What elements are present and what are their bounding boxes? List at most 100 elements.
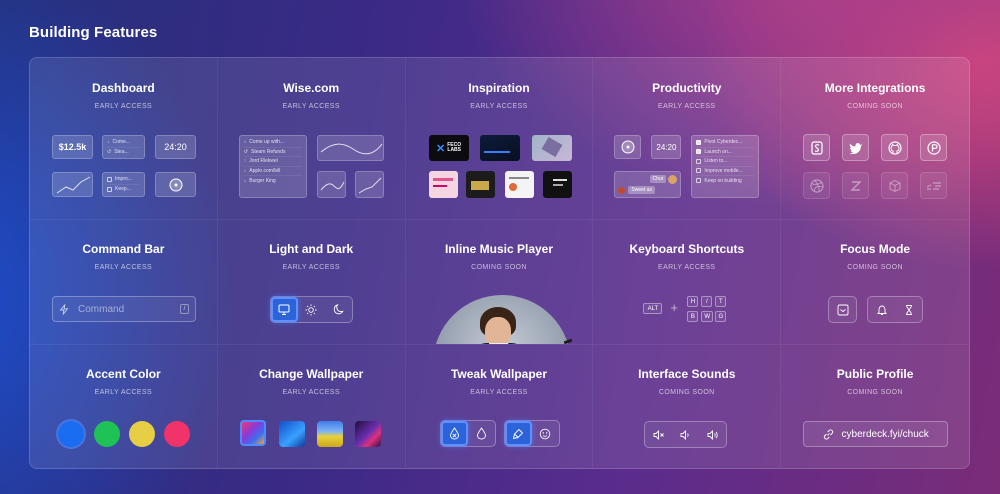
mini-chart-icon [320, 181, 345, 191]
inspiration-thumb-6[interactable] [504, 171, 534, 198]
card-title: Light and Dark [269, 242, 354, 256]
checkbox-icon [696, 158, 702, 164]
card-title: Tweak Wallpaper [450, 367, 547, 381]
integration-signal[interactable] [920, 172, 948, 199]
page-title: Building Features [29, 24, 158, 41]
sun-icon [305, 304, 317, 315]
line-chart-icon [56, 176, 91, 194]
card-dashboard[interactable]: Dashboard EARLY ACCESS $12.5k ↓ Come... ↺… [30, 58, 218, 220]
card-title: Productivity [652, 81, 722, 95]
key-b: B [687, 311, 699, 322]
card-title: Command Bar [82, 242, 165, 256]
card-title: Focus Mode [840, 242, 911, 256]
focus-inbox-button[interactable] [829, 297, 856, 322]
key-w: W [701, 311, 714, 322]
music-widget [614, 135, 642, 159]
accent-swatch-pink[interactable] [164, 421, 190, 447]
twitter-icon [849, 142, 862, 154]
mute-button[interactable] [645, 422, 672, 447]
card-wise[interactable]: Wise.com EARLY ACCESS ↓ Come up with... ↺… [217, 58, 406, 220]
inspiration-thumb-3[interactable] [531, 135, 572, 161]
focus-controls-group [867, 296, 924, 323]
theme-dark-button[interactable] [325, 297, 352, 322]
profile-link-button[interactable]: cyberdeck.fyi/chuck [803, 421, 949, 447]
notifications-button[interactable] [868, 297, 895, 322]
theme-system-button[interactable] [270, 297, 298, 322]
wallpaper-option-2[interactable] [278, 421, 305, 447]
card-title: Keyboard Shortcuts [629, 242, 745, 256]
timer-button[interactable] [895, 297, 922, 322]
growth-chart-icon [358, 177, 382, 194]
face-filter-button[interactable] [532, 421, 559, 446]
card-tweak-wallpaper[interactable]: Tweak Wallpaper EARLY ACCESS [406, 345, 594, 468]
key-g: G [715, 311, 727, 322]
face-icon [539, 428, 551, 439]
arrow-down-icon: ↓ [243, 167, 247, 174]
inspiration-thumb-7[interactable] [542, 171, 572, 198]
bell-icon [876, 305, 887, 315]
blur-off-button[interactable] [440, 421, 468, 446]
checkbox-icon [696, 178, 702, 184]
wallpaper-option-1[interactable] [239, 420, 266, 446]
moon-icon [333, 304, 344, 315]
inspiration-thumb-4[interactable] [428, 171, 458, 198]
accent-swatch-green[interactable] [94, 421, 120, 447]
integration-box[interactable] [881, 172, 909, 199]
card-accent-color[interactable]: Accent Color EARLY ACCESS [30, 345, 218, 468]
chat-sender: Chur [649, 175, 667, 183]
integration-producthunt[interactable] [920, 134, 948, 161]
wallpaper-option-3[interactable] [316, 421, 343, 447]
inspiration-thumb-2[interactable] [479, 135, 520, 161]
chat-widget: Chur Sweet as [614, 171, 682, 198]
card-inline-music-player[interactable]: Inline Music Player COMING SOON [405, 220, 594, 345]
card-status: COMING SOON [658, 389, 715, 396]
checkbox-icon [107, 176, 112, 182]
inspiration-thumb-1[interactable]: ✕ FECO LABS [428, 135, 469, 161]
signal-icon [926, 181, 941, 190]
card-more-integrations[interactable]: More Integrations COMING SOON [781, 58, 969, 220]
theme-light-button[interactable] [298, 297, 325, 322]
volume-high-button[interactable] [699, 422, 726, 447]
clock-widget: 24:20 [155, 135, 196, 159]
command-placeholder: Command [78, 303, 125, 315]
integration-dribbble[interactable] [803, 172, 831, 199]
integration-s[interactable] [803, 134, 831, 161]
card-productivity[interactable]: Productivity EARLY ACCESS 24:20 Chur Swe… [593, 58, 782, 220]
card-keyboard-shortcuts[interactable]: Keyboard Shortcuts EARLY ACCESS ALT + H … [593, 220, 782, 345]
volume-low-button[interactable] [672, 422, 699, 447]
card-status: EARLY ACCESS [282, 103, 340, 110]
accent-swatch-blue[interactable] [58, 421, 84, 447]
card-status: EARLY ACCESS [470, 389, 528, 396]
command-bar-input[interactable]: Command / [52, 296, 196, 322]
card-command-bar[interactable]: Command Bar EARLY ACCESS Command / [30, 220, 218, 345]
shortcut-key: / [180, 304, 189, 314]
tasks-widget: Pivot Cyberdec... Launch on... Listen to… [691, 135, 760, 198]
card-inspiration[interactable]: Inspiration EARLY ACCESS ✕ FECO LABS [405, 58, 594, 220]
card-public-profile[interactable]: Public Profile COMING SOON cyberdeck.fyi… [781, 345, 969, 468]
z-logo-icon [849, 180, 862, 191]
inspiration-thumb-5[interactable] [465, 171, 495, 198]
integration-github[interactable] [881, 134, 909, 161]
blur-on-button[interactable] [468, 421, 495, 446]
avatar [618, 187, 626, 194]
inbox-icon [837, 304, 849, 315]
key-t: T [715, 296, 727, 307]
tint-button[interactable] [504, 421, 532, 446]
plus-sign: + [670, 300, 678, 315]
card-change-wallpaper[interactable]: Change Wallpaper EARLY ACCESS [218, 345, 406, 468]
accent-swatch-yellow[interactable] [129, 421, 155, 447]
integration-z[interactable] [842, 172, 870, 199]
card-light-and-dark[interactable]: Light and Dark EARLY ACCESS [217, 220, 406, 345]
profile-url: cyberdeck.fyi/chuck [841, 428, 929, 440]
card-status: EARLY ACCESS [94, 389, 153, 396]
wallpaper-option-4[interactable] [354, 421, 381, 447]
card-interface-sounds[interactable]: Interface Sounds COMING SOON [593, 345, 782, 468]
album-art-disc [432, 295, 571, 344]
card-focus-mode[interactable]: Focus Mode COMING SOON [781, 220, 969, 345]
vinyl-icon [169, 178, 182, 191]
card-status: EARLY ACCESS [658, 264, 716, 271]
card-title: Wise.com [283, 81, 340, 95]
theme-switcher [269, 296, 353, 323]
integration-twitter[interactable] [842, 134, 870, 161]
card-status: EARLY ACCESS [282, 389, 340, 396]
